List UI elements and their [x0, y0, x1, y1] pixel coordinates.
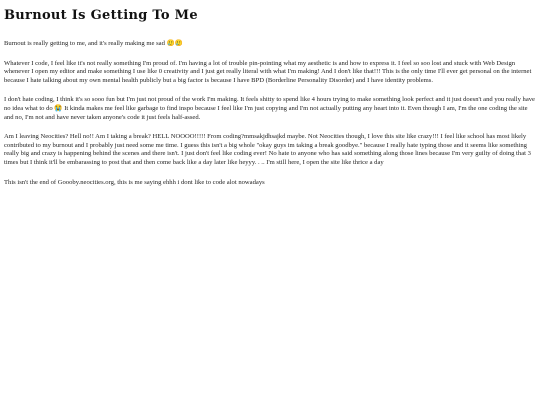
post-paragraph-1: Whatever I code, I feel like it's not re…: [4, 59, 532, 84]
post-paragraph-intro: Burnout is really getting to me, and it'…: [4, 40, 183, 47]
blog-post: Burnout Is Getting To Me Burnout is real…: [4, 6, 536, 198]
page-title: Burnout Is Getting To Me: [4, 8, 198, 23]
post-paragraph-2: I don't hate coding, I think it's so soo…: [4, 96, 535, 121]
post-paragraph-closing: This isn't the end of Goooby.neocities.o…: [4, 178, 265, 186]
post-paragraph-3: Am I leaving Neocities? Hell no!! Am I t…: [4, 133, 531, 166]
